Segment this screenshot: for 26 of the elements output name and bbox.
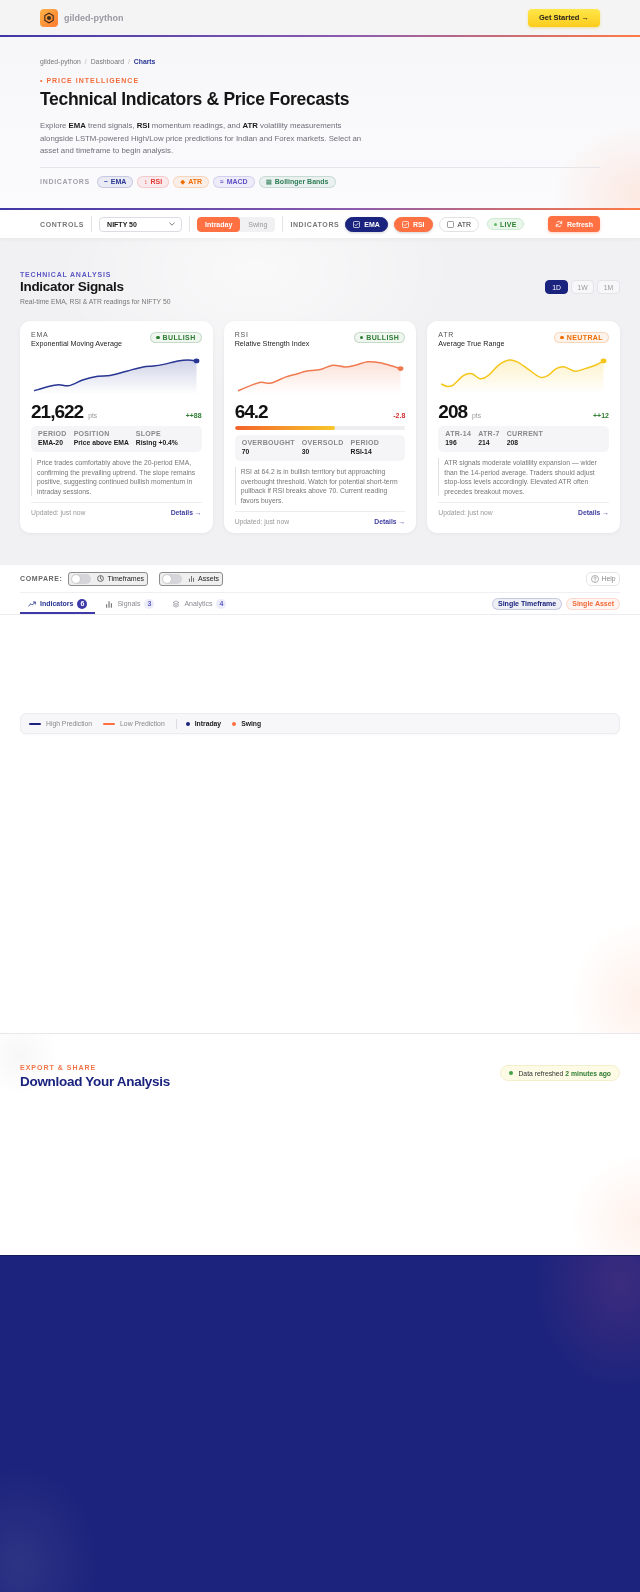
help-icon xyxy=(590,574,599,583)
checkbox-icon xyxy=(401,220,409,228)
checkbox-icon xyxy=(353,220,361,228)
toggle-switch[interactable] xyxy=(162,573,183,584)
status-dot-icon xyxy=(494,222,498,226)
status-dot-icon xyxy=(560,335,564,340)
trend-up-icon xyxy=(28,599,36,608)
page-title: Technical Indicators & Price Forecasts xyxy=(40,88,351,110)
bar-chart-icon xyxy=(188,575,196,582)
section-title: Indicator Signals xyxy=(20,279,125,295)
indicator-value: 64.2 xyxy=(234,401,268,423)
indicator-value: 208 xyxy=(438,401,468,423)
toggle-switch[interactable] xyxy=(71,573,92,584)
status-dot-icon xyxy=(156,335,160,340)
bar-chart-icon xyxy=(105,599,114,608)
refresh-icon xyxy=(554,220,563,228)
section-title: Download Your Analysis xyxy=(20,1073,170,1091)
brand-name[interactable]: gilded-python xyxy=(64,12,124,23)
layers-icon xyxy=(172,599,181,608)
chevron-down-icon xyxy=(169,222,176,226)
indicator-value: 21,622 xyxy=(31,401,84,423)
checkbox-icon xyxy=(446,220,454,228)
status-dot-icon xyxy=(359,335,364,340)
logo-icon[interactable] xyxy=(40,8,58,27)
status-dot-icon xyxy=(509,1071,514,1075)
clock-icon xyxy=(97,575,105,582)
